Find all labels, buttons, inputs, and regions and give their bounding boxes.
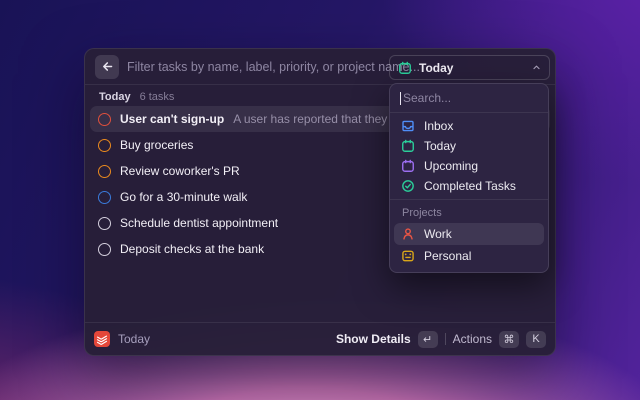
projects-section-label: Projects (402, 207, 548, 219)
dropdown-item-today[interactable]: Today (394, 136, 544, 156)
face-square-icon (401, 249, 415, 263)
k-key-icon: K (526, 331, 546, 348)
priority-circle-icon[interactable] (98, 165, 111, 178)
actions-button[interactable]: Actions (453, 332, 492, 346)
text-cursor (400, 92, 401, 105)
show-details-button[interactable]: Show Details (336, 332, 411, 346)
dropdown-search-input[interactable]: Search... (390, 84, 548, 113)
calendar-icon (401, 159, 415, 173)
footer-actions: Show Details ↵ Actions ⌘ K (336, 331, 546, 348)
todoist-logo-icon (94, 331, 110, 347)
dropdown-item-work[interactable]: Work (394, 223, 544, 245)
view-selector-dropdown: Search... Inbox Today Upcoming (389, 83, 549, 273)
dropdown-item-completed-tasks[interactable]: Completed Tasks (394, 176, 544, 196)
priority-circle-icon[interactable] (98, 191, 111, 204)
task-section-header: Today 6 tasks (99, 91, 174, 103)
footer-context-label: Today (118, 332, 150, 346)
back-button[interactable] (95, 55, 119, 79)
views-group: Inbox Today Upcoming Completed Tasks (390, 113, 548, 200)
footer-divider (445, 333, 446, 345)
check-circle-icon (401, 179, 415, 193)
priority-circle-icon[interactable] (98, 217, 111, 230)
dropdown-item-personal[interactable]: Personal (394, 245, 544, 267)
calendar-icon (398, 61, 412, 75)
command-key-icon: ⌘ (499, 331, 519, 348)
priority-circle-icon[interactable] (98, 139, 111, 152)
arrow-left-icon (101, 60, 114, 73)
section-task-count: 6 tasks (140, 91, 175, 103)
header: Filter tasks by name, label, priority, o… (85, 49, 555, 85)
chevron-up-icon (532, 63, 541, 72)
dropdown-item-inbox[interactable]: Inbox (394, 116, 544, 136)
person-icon (401, 227, 415, 241)
footer: Today Show Details ↵ Actions ⌘ K (85, 322, 555, 355)
command-palette-window: Filter tasks by name, label, priority, o… (84, 48, 556, 356)
view-selector-button[interactable]: Today (389, 55, 550, 80)
view-selector-label: Today (419, 61, 453, 75)
priority-circle-icon[interactable] (98, 113, 111, 126)
inbox-icon (401, 119, 415, 133)
priority-circle-icon[interactable] (98, 243, 111, 256)
projects-group: Work Personal (390, 223, 548, 267)
calendar-icon (401, 139, 415, 153)
section-title: Today (99, 91, 131, 103)
return-key-icon: ↵ (418, 331, 438, 348)
dropdown-item-upcoming[interactable]: Upcoming (394, 156, 544, 176)
